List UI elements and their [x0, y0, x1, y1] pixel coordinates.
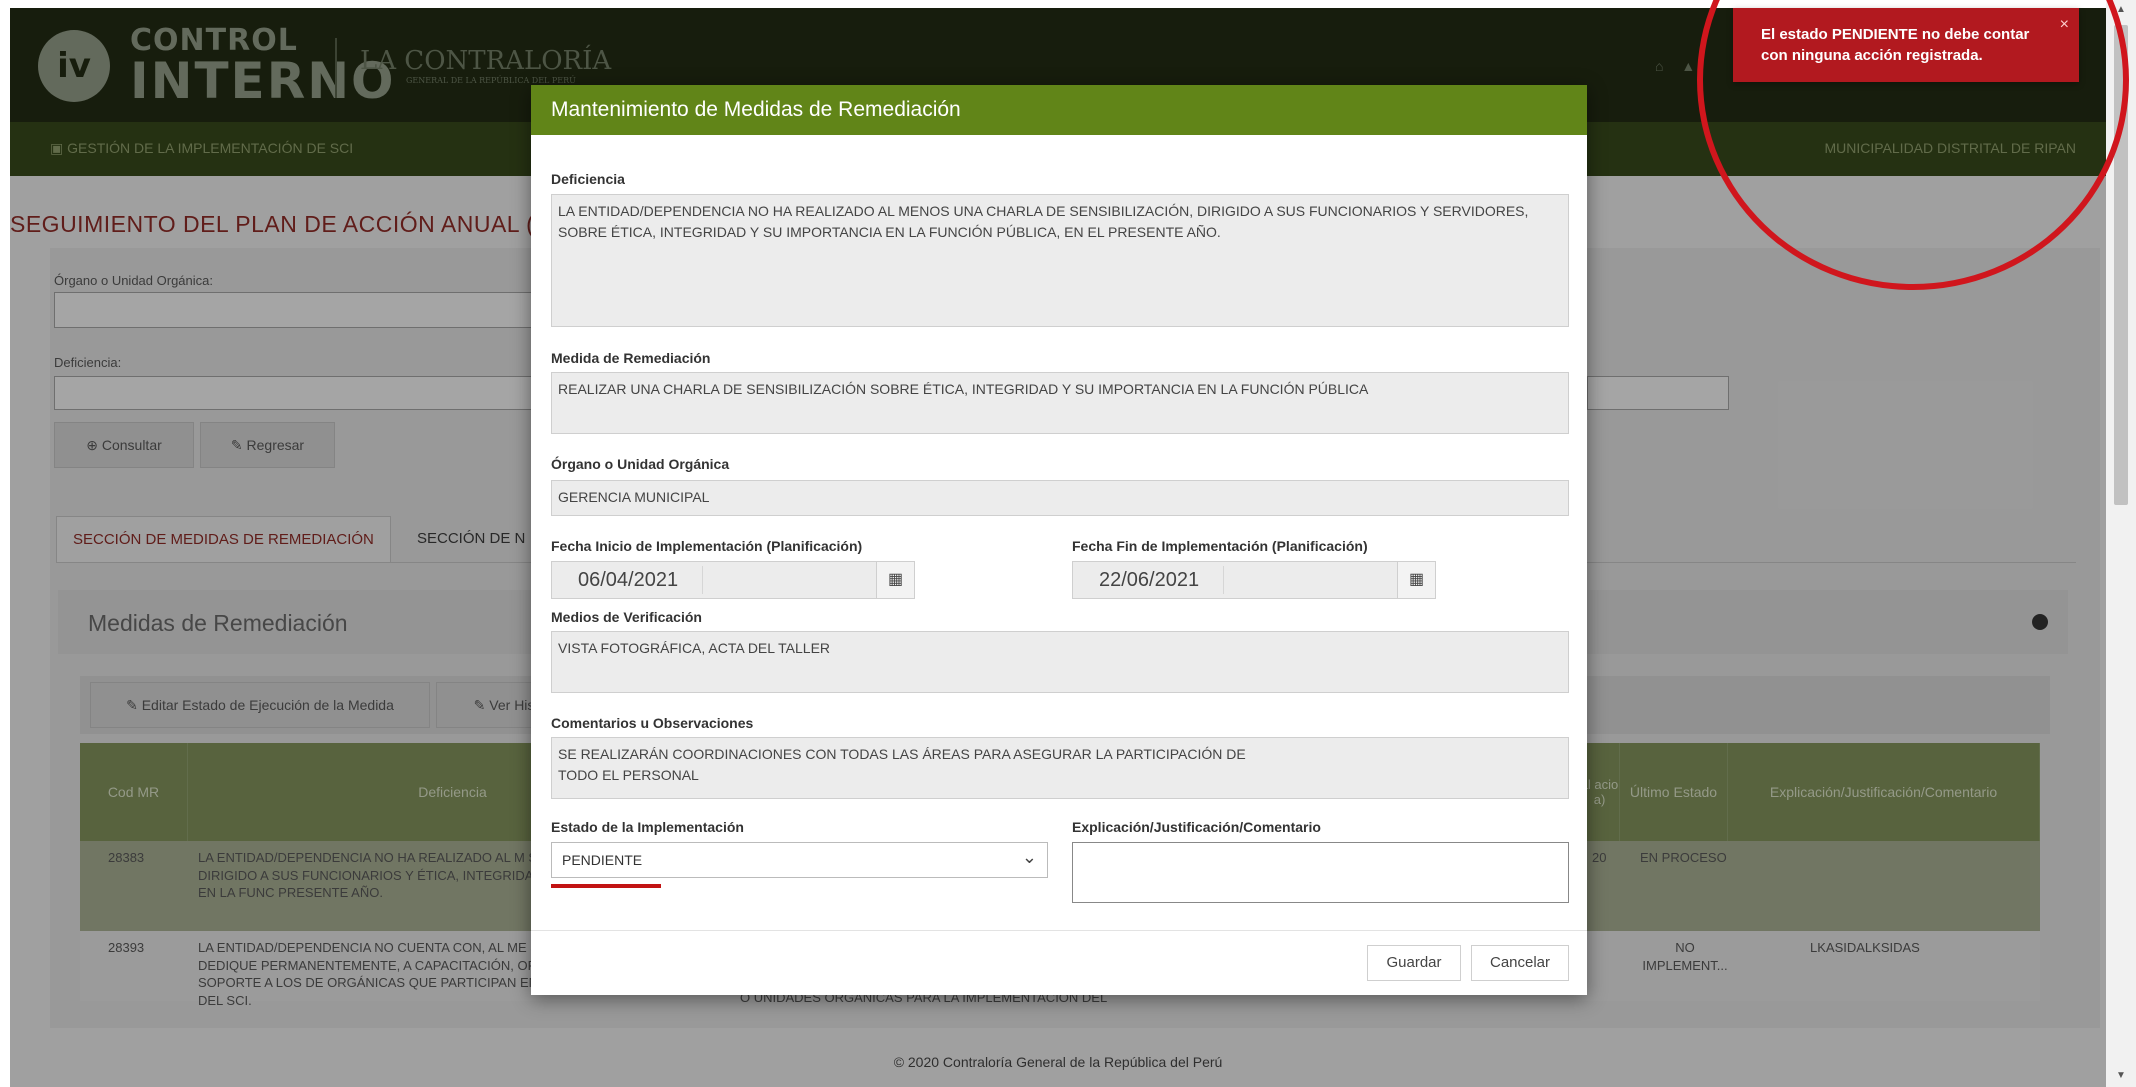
medida-textarea[interactable]: REALIZAR UNA CHARLA DE SENSIBILIZACIÓN S…	[551, 372, 1569, 434]
field-separator	[1223, 566, 1224, 594]
fecha-fin-value: 22/06/2021	[1099, 569, 1200, 591]
estado-label: Estado de la Implementación	[551, 819, 744, 835]
cancelar-button[interactable]: Cancelar	[1471, 945, 1569, 981]
medidas-modal: Mantenimiento de Medidas de Remediación …	[531, 85, 1587, 995]
organo-field[interactable]: GERENCIA MUNICIPAL	[551, 480, 1569, 516]
fecha-inicio-label: Fecha Inicio de Implementación (Planific…	[551, 538, 863, 554]
explicacion-textarea[interactable]	[1072, 842, 1569, 903]
explicacion-label: Explicación/Justificación/Comentario	[1072, 819, 1321, 835]
modal-title: Mantenimiento de Medidas de Remediación	[551, 98, 961, 121]
modal-header: Mantenimiento de Medidas de Remediación	[531, 85, 1587, 135]
estado-value: PENDIENTE	[562, 852, 643, 868]
fecha-inicio-value: 06/04/2021	[578, 569, 679, 591]
deficiencia-textarea[interactable]: LA ENTIDAD/DEPENDENCIA NO HA REALIZADO A…	[551, 194, 1569, 327]
chevron-down-icon: ⌄	[1021, 847, 1037, 867]
medida-label: Medida de Remediación	[551, 350, 711, 366]
fecha-fin-field[interactable]: 22/06/2021 ▦	[1072, 561, 1436, 599]
modal-footer-divider	[531, 930, 1587, 931]
scroll-down-icon[interactable]: ▼	[2116, 1070, 2126, 1081]
comentarios-line2: TODO EL PERSONAL	[558, 767, 699, 783]
comentarios-label: Comentarios u Observaciones	[551, 715, 754, 731]
medios-textarea[interactable]: VISTA FOTOGRÁFICA, ACTA DEL TALLER	[551, 631, 1569, 693]
calendar-icon[interactable]: ▦	[876, 562, 914, 598]
comentarios-line1: SE REALIZARÁN COORDINACIONES CON TODAS L…	[558, 746, 1246, 762]
guardar-button[interactable]: Guardar	[1367, 945, 1461, 981]
fecha-fin-label: Fecha Fin de Implementación (Planificaci…	[1072, 538, 1368, 554]
medios-label: Medios de Verificación	[551, 609, 702, 625]
fecha-inicio-field[interactable]: 06/04/2021 ▦	[551, 561, 915, 599]
calendar-icon[interactable]: ▦	[1397, 562, 1435, 598]
error-underline	[551, 884, 661, 888]
comentarios-textarea[interactable]: SE REALIZARÁN COORDINACIONES CON TODAS L…	[551, 737, 1569, 799]
estado-select[interactable]: PENDIENTE ⌄	[551, 842, 1048, 878]
deficiencia-label: Deficiencia	[551, 171, 625, 187]
organo-label: Órgano o Unidad Orgánica	[551, 456, 730, 472]
field-separator	[702, 566, 703, 594]
